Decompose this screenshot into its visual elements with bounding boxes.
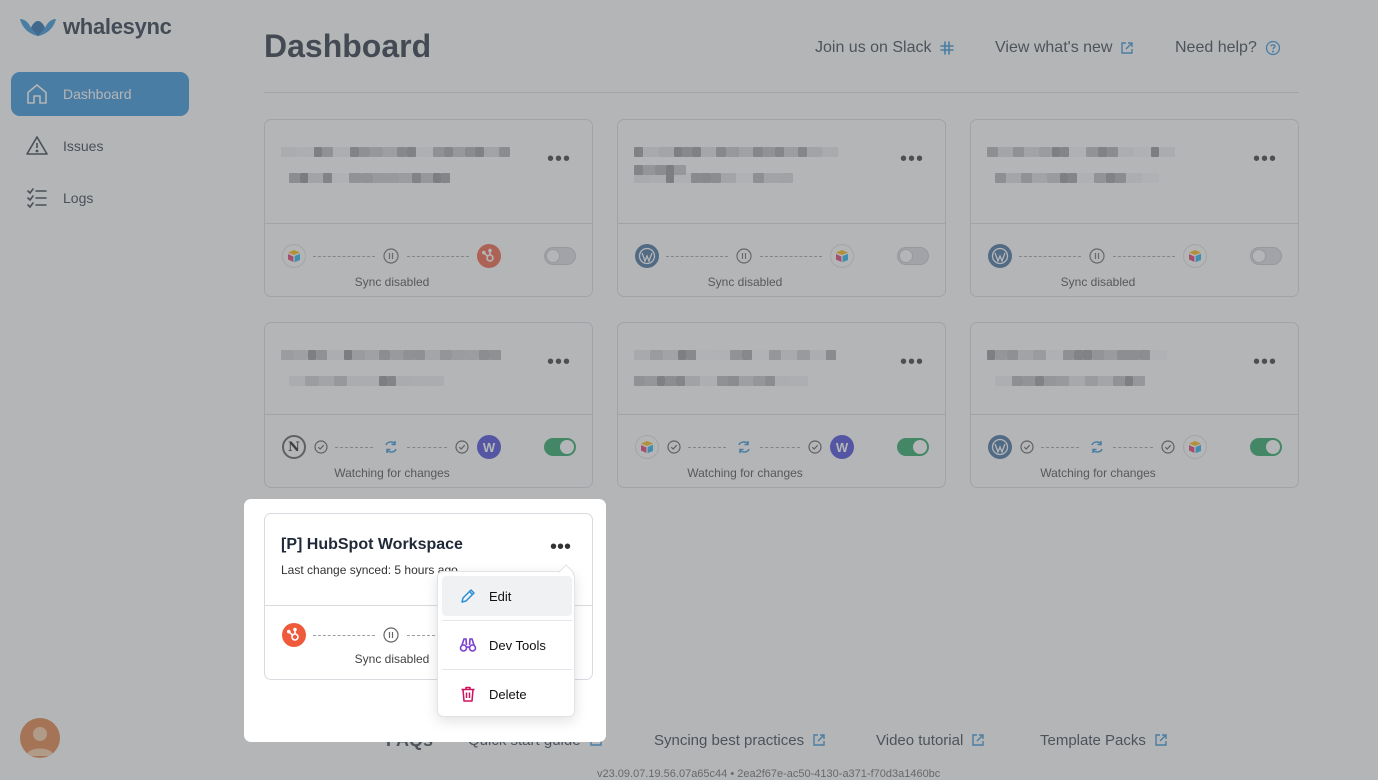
sync-line-left (313, 635, 375, 636)
menu-item-dev-tools[interactable]: Dev Tools (442, 625, 572, 665)
more-options-icon[interactable]: ••• (550, 536, 571, 559)
sync-line-right (407, 635, 435, 636)
menu-divider (442, 620, 572, 621)
menu-item-delete[interactable]: Delete (442, 674, 572, 714)
menu-caret-icon (558, 564, 574, 573)
menu-divider (442, 669, 572, 670)
card-context-menu: Edit Dev Tools Delete (437, 564, 575, 717)
tour-overlay[interactable] (0, 0, 1378, 780)
card-subtitle: Last change synced: 5 hours ago (281, 563, 458, 577)
pencil-icon (461, 589, 475, 603)
menu-item-edit[interactable]: Edit (442, 576, 572, 616)
menu-item-label: Dev Tools (489, 637, 546, 653)
trash-icon (461, 686, 475, 702)
hubspot-icon (282, 623, 306, 647)
menu-item-label: Edit (489, 588, 512, 604)
card-title: [P] HubSpot Workspace (281, 536, 463, 553)
pause-icon (383, 627, 399, 643)
menu-item-label: Delete (489, 686, 527, 702)
binoculars-icon (459, 638, 477, 652)
